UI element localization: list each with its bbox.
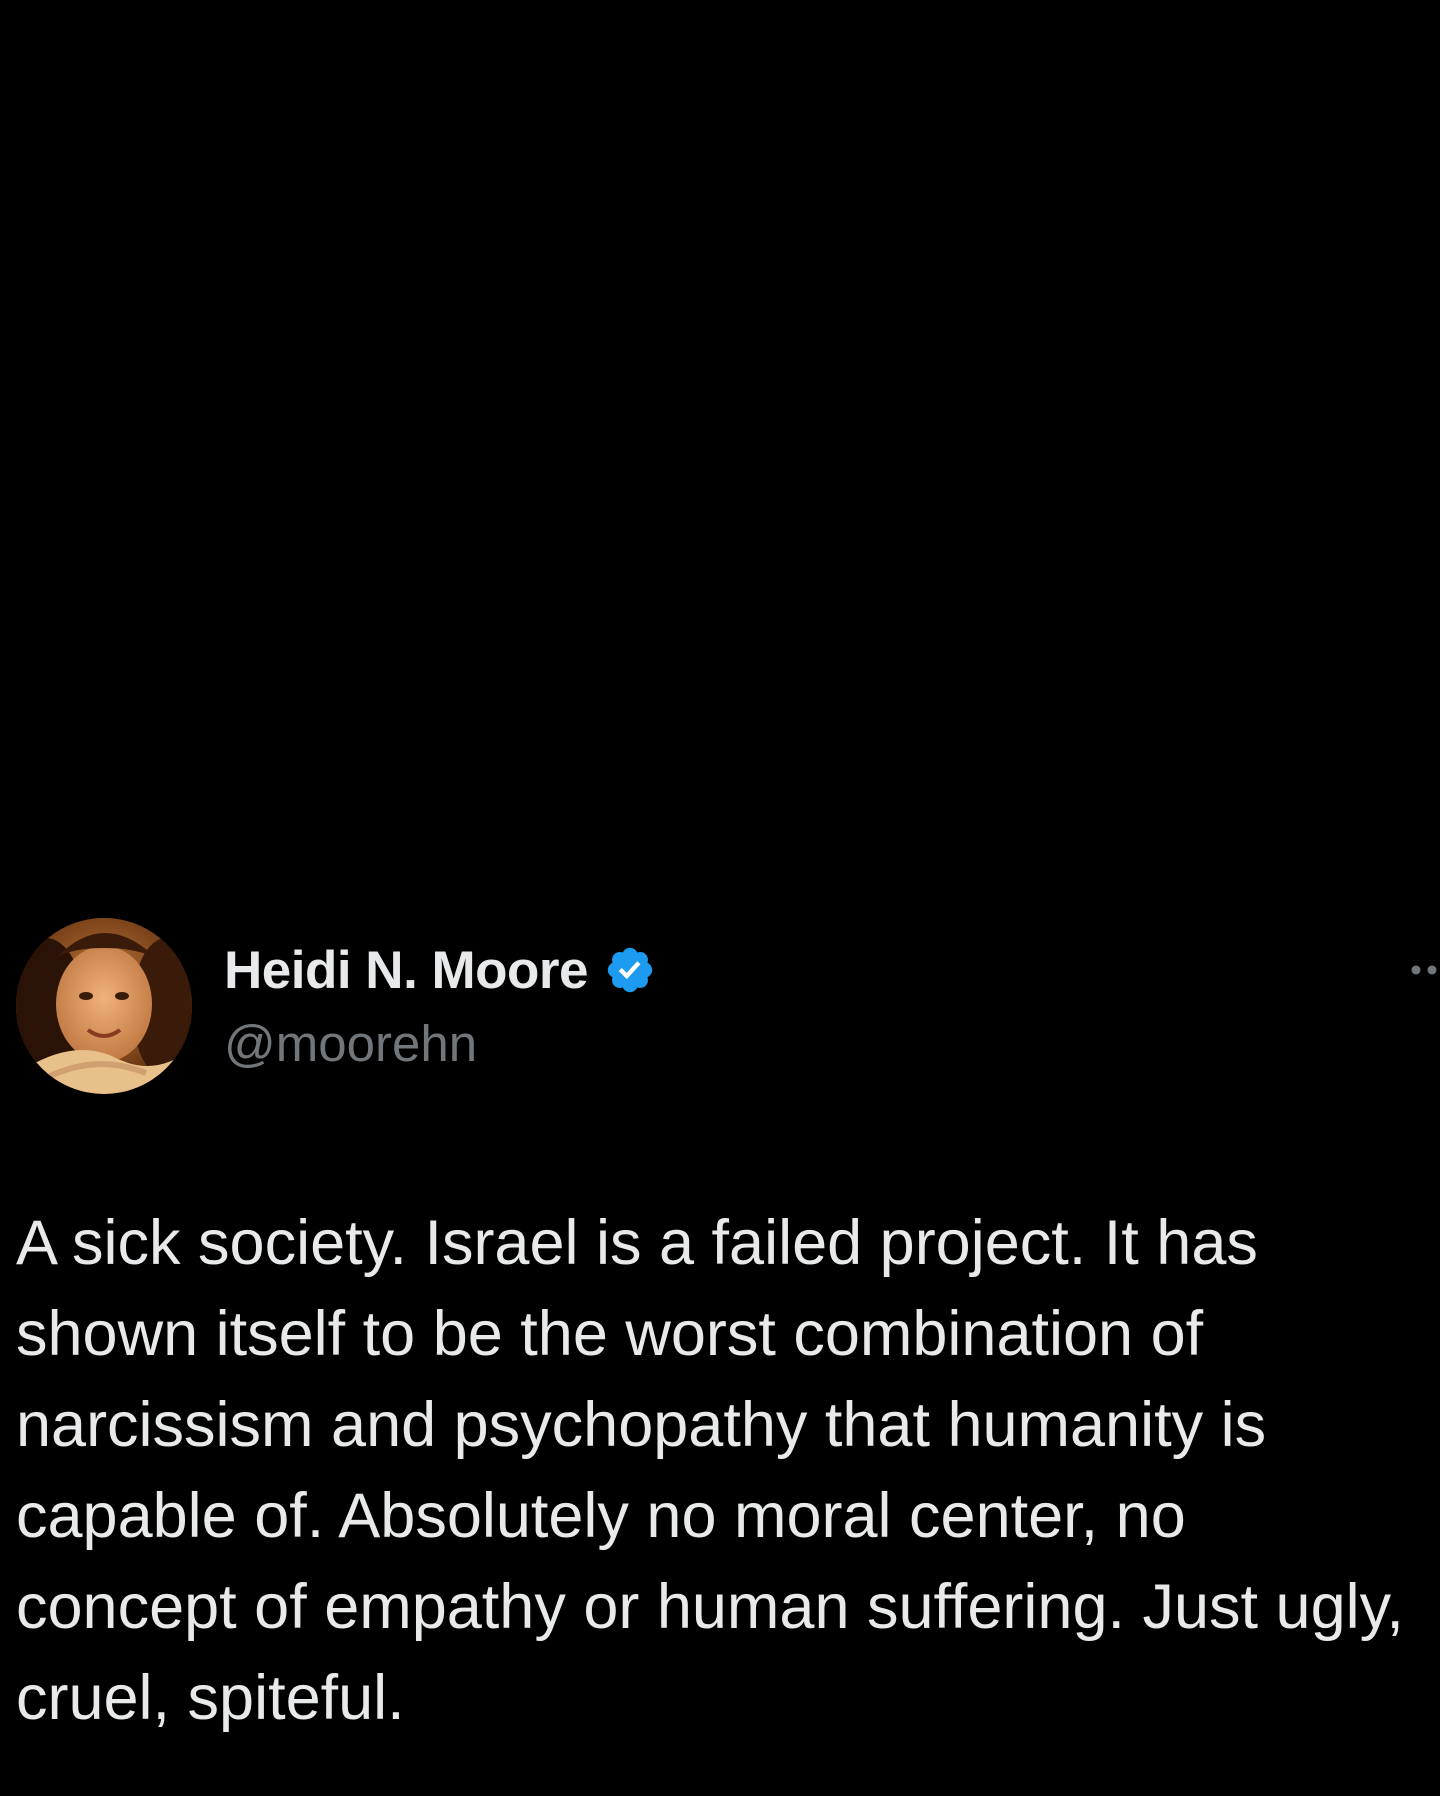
tweet-text: A sick society. Israel is a failed proje… bbox=[16, 1208, 1422, 1733]
display-name[interactable]: Heidi N. Moore bbox=[224, 940, 589, 1001]
name-row: Heidi N. Moore bbox=[224, 938, 656, 1002]
avatar-image bbox=[16, 918, 192, 1094]
more-horizontal-icon[interactable] bbox=[1408, 960, 1440, 980]
handle[interactable]: @moorehn bbox=[224, 1014, 656, 1073]
avatar[interactable] bbox=[16, 918, 192, 1094]
verified-badge-icon[interactable] bbox=[604, 944, 656, 996]
tweet-header: Heidi N. Moore @moorehn bbox=[16, 918, 1424, 1094]
tweet[interactable]: Heidi N. Moore @moorehn A sick society. … bbox=[0, 0, 1440, 1796]
author-identity[interactable]: Heidi N. Moore @moorehn bbox=[224, 938, 656, 1073]
